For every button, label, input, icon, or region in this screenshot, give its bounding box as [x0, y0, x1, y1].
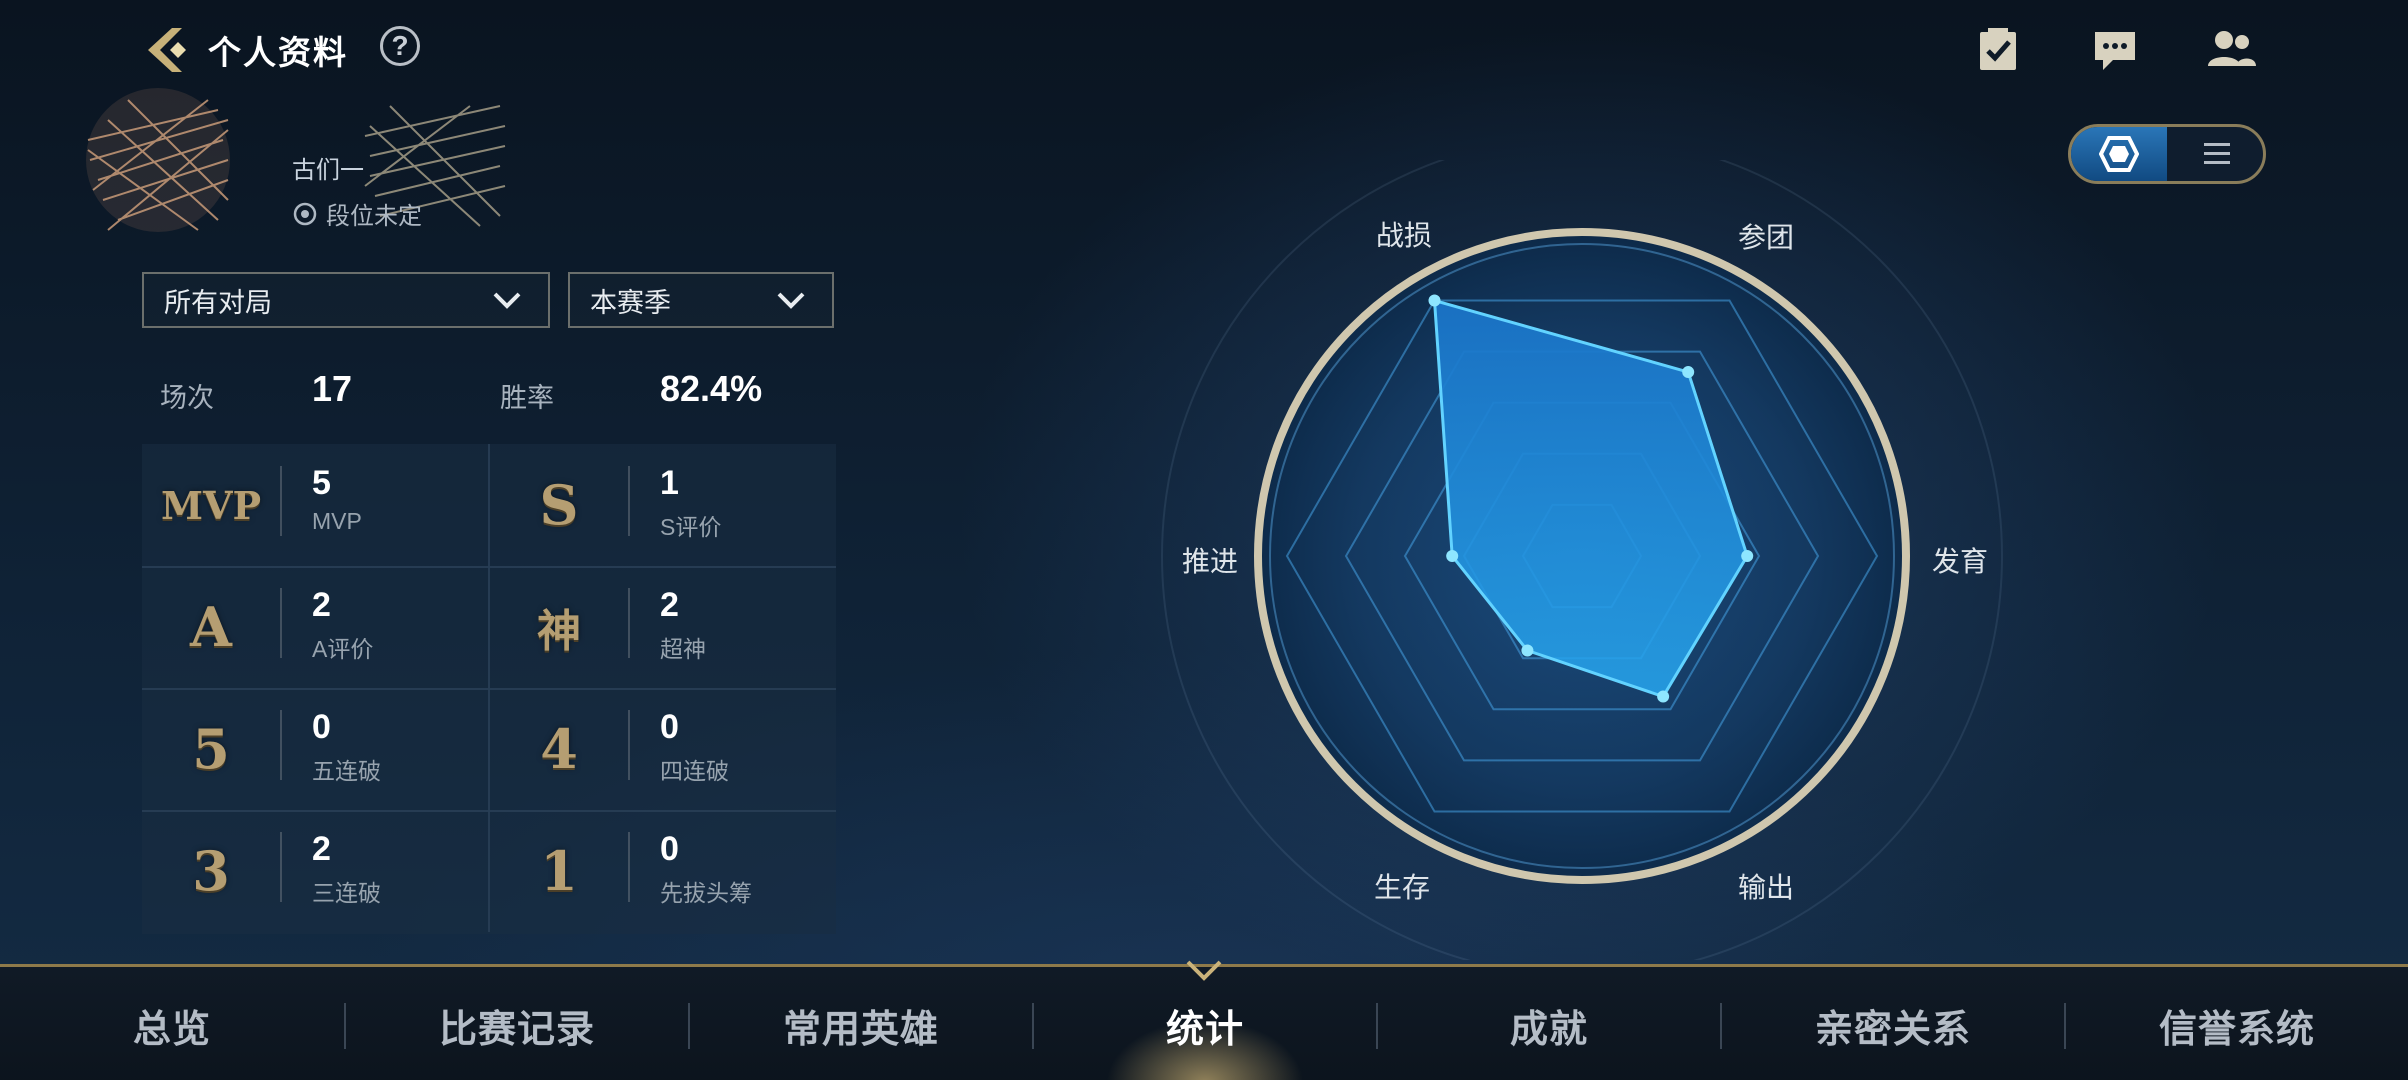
- winrate-label: 胜率: [500, 383, 554, 413]
- stat-label: 三连破: [312, 880, 381, 906]
- tab-statistics[interactable]: 统计: [1034, 967, 1376, 1080]
- chevron-down-icon: [777, 292, 805, 309]
- s-badge-icon: S: [539, 473, 579, 537]
- stat-cell-penta-kill: 5 0 五连破: [142, 688, 488, 812]
- player-avatar[interactable]: [78, 80, 238, 240]
- radar-axis-label: 发育: [1932, 546, 1989, 577]
- friends-icon: [2208, 31, 2256, 66]
- view-toggle: [2068, 124, 2266, 184]
- radar-data-point: [1428, 294, 1441, 307]
- triple-badge-icon: 3: [192, 839, 230, 903]
- radar-svg: [1161, 135, 2003, 977]
- hexagon-icon: [2099, 136, 2139, 172]
- stat-label: 先拔头筹: [660, 880, 752, 906]
- chat-button[interactable]: [2091, 26, 2139, 74]
- stat-value: 0: [660, 708, 679, 746]
- radar-axis-label: 输出: [1738, 872, 1795, 903]
- radar-data-point: [1521, 644, 1534, 657]
- help-button[interactable]: ?: [380, 26, 420, 66]
- tab-credit-system[interactable]: 信誉系统: [2066, 967, 2408, 1080]
- matches-value: 17: [312, 368, 353, 409]
- chevron-down-icon: [493, 292, 521, 309]
- radar-data-point: [1446, 550, 1459, 562]
- matches-label: 场次: [160, 383, 214, 413]
- stat-label: S评价: [660, 514, 722, 540]
- radar-axis-label: 参团: [1738, 222, 1795, 253]
- page-title: 个人资料: [208, 34, 348, 71]
- friends-button[interactable]: [2206, 26, 2256, 74]
- radar-view-button[interactable]: [2071, 127, 2167, 181]
- tab-achievements[interactable]: 成就: [1378, 967, 1720, 1080]
- stat-label: MVP: [312, 508, 362, 534]
- checklist-icon: [1980, 28, 2016, 70]
- stat-value: 0: [660, 830, 679, 868]
- chat-bubble-icon: [2095, 32, 2135, 70]
- back-arrow-icon: [148, 28, 186, 72]
- first-blood-badge-icon: 1: [540, 839, 578, 903]
- back-button[interactable]: [138, 20, 198, 80]
- stat-cell-a-rating: A 2 A评价: [142, 566, 488, 690]
- stat-cell-mvp: MVP 5 MVP: [142, 444, 488, 568]
- stat-value: 0: [312, 708, 331, 746]
- radar-axis-label: 推进: [1182, 546, 1239, 577]
- stat-value: 2: [312, 586, 331, 624]
- list-icon: [2204, 143, 2230, 164]
- godlike-badge-icon: 神: [537, 606, 581, 657]
- stat-value: 2: [312, 830, 331, 868]
- radar-data-point: [1741, 550, 1754, 562]
- stat-cell-triple-kill: 3 2 三连破: [142, 810, 488, 932]
- radar-axis-label: 生存: [1374, 872, 1431, 903]
- match-mode-select[interactable]: 所有对局: [142, 272, 550, 328]
- quadra-badge-icon: 4: [540, 717, 578, 781]
- tab-common-heroes[interactable]: 常用英雄: [690, 967, 1032, 1080]
- player-name: 古们一: [292, 157, 364, 184]
- stat-cell-first-blood: 1 0 先拔头筹: [488, 810, 836, 932]
- season-value: 本赛季: [590, 287, 671, 318]
- mvp-badge-icon: MVP: [160, 482, 262, 528]
- tab-match-history[interactable]: 比赛记录: [346, 967, 688, 1080]
- list-view-button[interactable]: [2169, 127, 2263, 181]
- radar-data-point: [1657, 690, 1670, 703]
- task-checklist-button[interactable]: [1974, 26, 2022, 74]
- app-root: 个人资料 ? 古们一 段位未定 所有对局 本赛季 场次 17 胜率 82.4% …: [0, 0, 2408, 1080]
- match-mode-value: 所有对局: [164, 287, 272, 318]
- stats-grid: MVP 5 MVP S 1 S评价 A 2 A评价 神 2 超神 5 0 五连破: [142, 444, 836, 934]
- stat-label: 四连破: [660, 758, 729, 784]
- rank-status-text: 段位未定: [326, 203, 422, 230]
- rank-status: 段位未定: [292, 196, 422, 231]
- penta-badge-icon: 5: [192, 717, 230, 781]
- radar-axis-label: 战损: [1376, 220, 1433, 251]
- stat-value: 2: [660, 586, 679, 624]
- ability-radar-chart: [1130, 135, 2030, 977]
- tab-intimacy[interactable]: 亲密关系: [1722, 967, 2064, 1080]
- stat-label: 超神: [660, 636, 706, 662]
- tab-overview[interactable]: 总览: [0, 967, 344, 1080]
- rank-icon: [293, 202, 317, 225]
- winrate-value: 82.4%: [660, 368, 763, 409]
- stat-cell-godlike: 神 2 超神: [488, 566, 836, 690]
- a-badge-icon: A: [190, 595, 232, 659]
- active-tab-caret-icon: [1186, 960, 1222, 981]
- stat-cell-s-rating: S 1 S评价: [488, 444, 836, 568]
- season-select[interactable]: 本赛季: [568, 272, 834, 328]
- stat-value: 5: [312, 464, 331, 502]
- stat-label: 五连破: [312, 758, 381, 784]
- stat-cell-quadra-kill: 4 0 四连破: [488, 688, 836, 812]
- stat-value: 1: [660, 464, 679, 502]
- stat-label: A评价: [312, 636, 374, 662]
- radar-data-point: [1682, 366, 1695, 379]
